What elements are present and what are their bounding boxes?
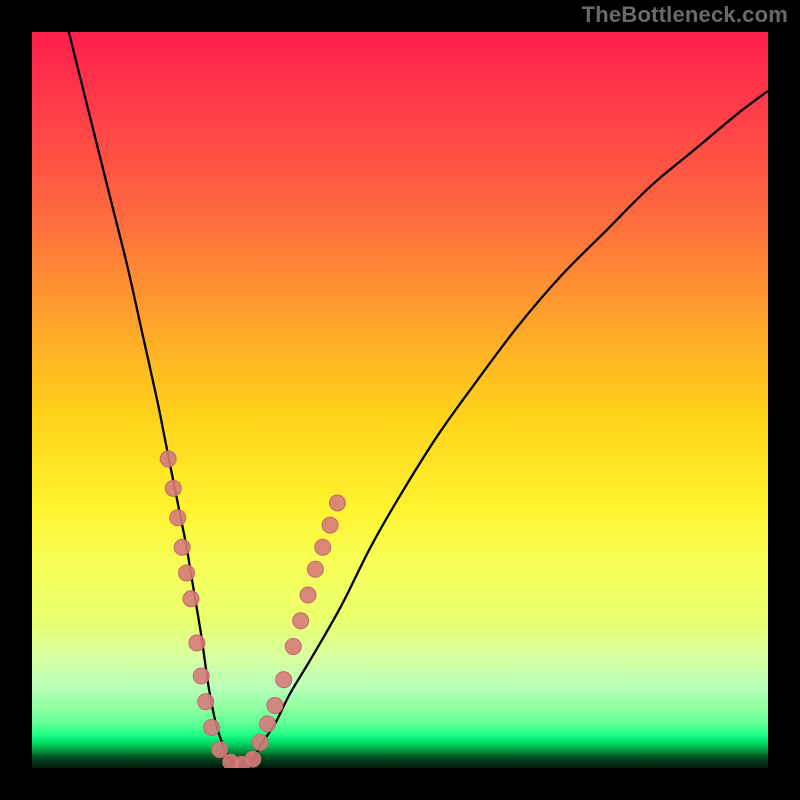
attribution-label: TheBottleneck.com	[582, 2, 788, 28]
plot-area	[32, 32, 768, 768]
marker-dot	[170, 510, 186, 526]
bottleneck-curve	[69, 32, 768, 768]
marker-dot	[193, 668, 209, 684]
marker-dot	[300, 587, 316, 603]
marker-dot	[160, 451, 176, 467]
marker-dot	[179, 565, 195, 581]
marker-dot	[198, 694, 214, 710]
marker-dot	[189, 635, 205, 651]
marker-dot	[245, 751, 261, 767]
marker-dot	[285, 639, 301, 655]
marker-dot	[307, 561, 323, 577]
marker-group	[160, 451, 345, 768]
marker-dot	[165, 480, 181, 496]
marker-dot	[252, 734, 268, 750]
marker-dot	[267, 697, 283, 713]
chart-frame: TheBottleneck.com	[0, 0, 800, 800]
marker-dot	[212, 742, 228, 758]
curve-layer	[32, 32, 768, 768]
marker-dot	[260, 716, 276, 732]
marker-dot	[276, 672, 292, 688]
marker-dot	[329, 495, 345, 511]
marker-dot	[183, 591, 199, 607]
marker-dot	[315, 539, 331, 555]
marker-dot	[322, 517, 338, 533]
marker-dot	[174, 539, 190, 555]
marker-dot	[204, 720, 220, 736]
marker-dot	[293, 613, 309, 629]
